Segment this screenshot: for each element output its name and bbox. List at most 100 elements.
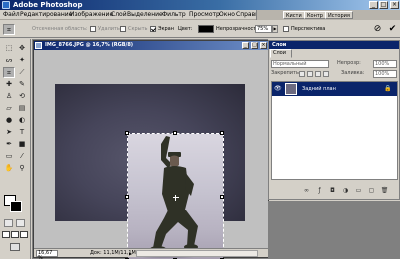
layer-opacity-field[interactable]: 100% <box>373 60 397 68</box>
history-brush-tool-icon[interactable]: ⟲ <box>16 91 28 102</box>
blend-mode-select[interactable]: Нормальный <box>271 60 329 68</box>
healing-brush-tool-icon[interactable]: ✚ <box>3 79 15 90</box>
fill-label: Заливка: <box>341 70 365 76</box>
layer-mask-icon[interactable]: ◘ <box>328 186 337 195</box>
layers-panel-footer: ∞ ƒ ◘ ◑ ▭ ▢ 🗑 <box>269 184 399 198</box>
menu-layer[interactable]: Слой <box>111 11 127 19</box>
layers-panel-title-bar: Слои <box>269 41 399 49</box>
cancel-crop-icon[interactable]: ⊘ <box>372 24 383 35</box>
doc-close-button[interactable]: × <box>260 42 267 49</box>
crop-handle-top[interactable] <box>173 131 177 135</box>
slice-tool-icon[interactable]: ⟋ <box>16 67 28 78</box>
dodge-tool-icon[interactable]: ◐ <box>16 115 28 126</box>
layers-panel: Слои Слои Нормальный Непрозр: 100% Закре… <box>268 40 400 200</box>
well-tab-history[interactable]: История <box>325 11 353 19</box>
commit-crop-icon[interactable]: ✔ <box>387 24 398 35</box>
crop-handle-right[interactable] <box>220 195 224 199</box>
shield-checkbox[interactable] <box>150 26 156 32</box>
adjustment-layer-icon[interactable]: ◑ <box>341 186 350 195</box>
layer-opacity-label: Непрозр: <box>337 60 361 66</box>
notes-tool-icon[interactable]: ▭ <box>3 151 15 162</box>
menu-select[interactable]: Выделение <box>127 11 163 19</box>
zoom-field[interactable]: 16,67 % <box>36 250 58 259</box>
standard-screen-mode-icon[interactable] <box>2 231 10 238</box>
crop-handle-top-right[interactable] <box>220 131 224 135</box>
lock-pixels-icon[interactable] <box>307 71 313 77</box>
menu-view[interactable]: Просмотр <box>189 11 220 19</box>
crop-handle-top-left[interactable] <box>125 131 129 135</box>
layers-tab[interactable]: Слои <box>270 49 292 58</box>
full-screen-mode-icon[interactable] <box>20 231 28 238</box>
crop-tool-preset-icon[interactable]: ⌗ <box>3 24 15 35</box>
maximize-button[interactable]: □ <box>379 1 388 9</box>
lasso-tool-icon[interactable]: ᔕ <box>3 55 15 66</box>
menu-edit[interactable]: Редактирование <box>20 11 72 19</box>
gradient-tool-icon[interactable]: ▤ <box>16 103 28 114</box>
app-title: Adobe Photoshop <box>13 1 83 9</box>
magic-wand-tool-icon[interactable]: ✦ <box>16 55 28 66</box>
new-group-icon[interactable]: ▭ <box>354 186 363 195</box>
hand-tool-icon[interactable]: ✋ <box>3 163 15 174</box>
photoshop-app-icon <box>2 1 10 9</box>
jump-to-imageready-icon[interactable] <box>10 243 20 251</box>
delete-layer-icon[interactable]: 🗑 <box>380 186 389 195</box>
lock-all-icon[interactable] <box>323 71 329 77</box>
doc-minimize-button[interactable]: _ <box>242 42 249 49</box>
zoom-tool-icon[interactable]: ⚲ <box>16 163 28 174</box>
layer-style-icon[interactable]: ƒ <box>315 186 324 195</box>
fill-field[interactable]: 100% <box>373 70 397 78</box>
shape-tool-icon[interactable]: ■ <box>16 139 28 150</box>
marquee-tool-icon[interactable]: ⬚ <box>3 43 15 54</box>
clone-stamp-tool-icon[interactable]: ♙ <box>3 91 15 102</box>
hide-radio[interactable] <box>120 26 126 32</box>
document-icon <box>35 42 42 49</box>
eraser-tool-icon[interactable]: ▱ <box>3 103 15 114</box>
blur-tool-icon[interactable]: ● <box>3 115 15 126</box>
layer-row-background[interactable]: 👁 Задний план 🔒 <box>272 82 397 96</box>
close-button[interactable]: × <box>390 1 399 9</box>
background-color-swatch[interactable] <box>10 201 22 212</box>
type-tool-icon[interactable]: T <box>16 127 28 138</box>
palette-well: Кисти Контр История <box>256 10 400 20</box>
quick-mask-mode-icon[interactable] <box>16 219 25 227</box>
lock-transparency-icon[interactable] <box>299 71 305 77</box>
crop-tool-icon[interactable]: ⌗ <box>3 67 15 78</box>
menu-window[interactable]: Окно <box>219 11 235 19</box>
minimize-button[interactable]: _ <box>369 1 378 9</box>
layer-name: Задний план <box>302 86 336 92</box>
horizontal-scrollbar[interactable] <box>136 250 258 257</box>
photo-canvas[interactable] <box>55 84 245 259</box>
delete-radio[interactable] <box>90 26 96 32</box>
new-layer-icon[interactable]: ▢ <box>367 186 376 195</box>
menu-filter[interactable]: Фильтр <box>162 11 186 19</box>
full-screen-menu-mode-icon[interactable] <box>11 231 19 238</box>
delete-label: Удалить <box>98 26 120 32</box>
menu-image[interactable]: Изображение <box>70 11 113 19</box>
crop-handle-left[interactable] <box>125 195 129 199</box>
eyedropper-tool-icon[interactable]: ⁄ <box>16 151 28 162</box>
shield-color-swatch[interactable] <box>198 25 214 33</box>
status-menu-arrow-icon[interactable]: ▶ <box>129 250 134 257</box>
lock-label: Закрепить: <box>271 70 301 76</box>
crop-center-crosshair[interactable] <box>173 195 179 201</box>
document-title-bar: IMG_8766.JPG @ 16,7% (RGB/8) _ □ × <box>34 41 268 50</box>
well-tab-contour[interactable]: Контр <box>304 11 326 19</box>
perspective-label: Перспектива <box>291 26 326 32</box>
pen-tool-icon[interactable]: ✒ <box>3 139 15 150</box>
eye-icon[interactable]: 👁 <box>274 86 282 92</box>
path-selection-tool-icon[interactable]: ➤ <box>3 127 15 138</box>
brush-tool-icon[interactable]: ✎ <box>16 79 28 90</box>
well-tab-brushes[interactable]: Кисти <box>283 11 305 19</box>
link-layers-icon[interactable]: ∞ <box>302 186 311 195</box>
opacity-dropdown-arrow-icon[interactable]: ▶ <box>272 25 278 33</box>
perspective-checkbox[interactable] <box>283 26 289 32</box>
move-tool-icon[interactable]: ✥ <box>16 43 28 54</box>
standard-mode-icon[interactable] <box>4 219 13 227</box>
doc-maximize-button[interactable]: □ <box>251 42 258 49</box>
shield-opacity-field[interactable]: 75% <box>255 25 272 33</box>
shield-label: Экран <box>158 26 175 32</box>
layers-panel-title: Слои <box>272 42 287 48</box>
lock-position-icon[interactable] <box>315 71 321 77</box>
menu-file[interactable]: Файл <box>3 11 20 19</box>
app-title-bar: Adobe Photoshop _ □ × <box>0 0 400 10</box>
